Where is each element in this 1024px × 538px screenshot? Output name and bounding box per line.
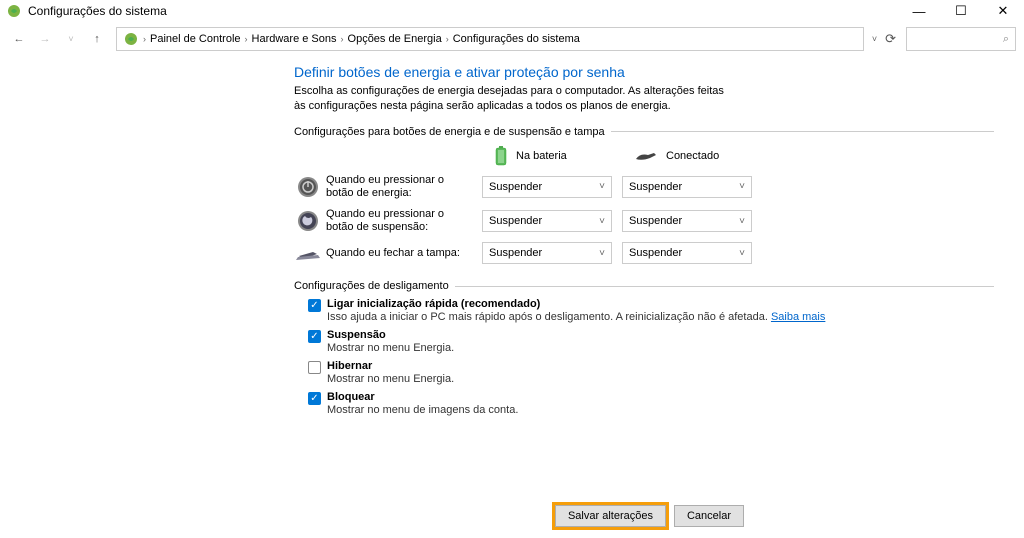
setting-row-lid: Quando eu fechar a tampa: Suspender˅ Sus… xyxy=(294,242,994,264)
main-content: Definir botões de energia e ativar prote… xyxy=(0,60,1024,494)
checkbox-hibernate[interactable] xyxy=(308,361,321,374)
checkbox-row-fast-startup: Ligar inicialização rápida (recomendado)… xyxy=(308,298,994,323)
nav-toolbar: ← → ˅ ↑ › Painel de Controle › Hardware … xyxy=(0,22,1024,56)
plug-icon xyxy=(634,149,658,163)
sleep-button-icon xyxy=(294,210,322,232)
search-icon: ⌕ xyxy=(1003,33,1009,46)
checkbox-row-lock: Bloquear Mostrar no menu de imagens da c… xyxy=(308,391,994,416)
breadcrumb-item[interactable]: Opções de Energia xyxy=(348,33,442,45)
select-power-plugged[interactable]: Suspender˅ xyxy=(622,176,752,198)
chevron-right-icon: › xyxy=(245,34,248,44)
search-input[interactable]: ⌕ xyxy=(906,27,1016,51)
group-title-shutdown: Configurações de desligamento xyxy=(294,280,994,292)
column-header-plugged: Conectado xyxy=(634,146,764,166)
control-panel-icon xyxy=(123,31,139,47)
chevron-right-icon: › xyxy=(143,34,146,44)
page-heading: Definir botões de energia e ativar prote… xyxy=(294,64,994,80)
checkbox-label: Hibernar xyxy=(327,360,454,372)
select-power-battery[interactable]: Suspender˅ xyxy=(482,176,612,198)
page-subtext: Escolha as configurações de energia dese… xyxy=(294,84,734,114)
address-bar[interactable]: › Painel de Controle › Hardware e Sons ›… xyxy=(116,27,864,51)
chevron-down-icon: ˅ xyxy=(599,181,605,192)
chevron-down-icon: ˅ xyxy=(599,248,605,259)
checkbox-row-sleep: Suspensão Mostrar no menu Energia. xyxy=(308,329,994,354)
power-button-icon xyxy=(294,176,322,198)
checkbox-desc: Isso ajuda a iniciar o PC mais rápido ap… xyxy=(327,311,825,323)
checkbox-lock[interactable] xyxy=(308,392,321,405)
column-header-battery: Na bateria xyxy=(494,146,624,166)
title-bar: Configurações do sistema — ☐ ✕ xyxy=(0,0,1024,22)
checkbox-desc: Mostrar no menu Energia. xyxy=(327,342,454,354)
save-button[interactable]: Salvar alterações xyxy=(555,505,666,527)
up-button[interactable]: ↑ xyxy=(86,28,108,50)
footer: Salvar alterações Cancelar xyxy=(0,494,1024,538)
breadcrumb-item[interactable]: Hardware e Sons xyxy=(252,33,337,45)
back-button[interactable]: ← xyxy=(8,28,30,50)
chevron-down-icon: ˅ xyxy=(739,216,745,227)
checkbox-label: Ligar inicialização rápida (recomendado) xyxy=(327,298,825,310)
refresh-icon[interactable]: ⟳ xyxy=(885,31,896,47)
window-title: Configurações do sistema xyxy=(28,4,898,18)
chevron-right-icon: › xyxy=(341,34,344,44)
chevron-down-icon: ˅ xyxy=(739,181,745,192)
select-lid-battery[interactable]: Suspender˅ xyxy=(482,242,612,264)
checkbox-label: Suspensão xyxy=(327,329,454,341)
battery-icon xyxy=(494,146,508,166)
laptop-lid-icon xyxy=(294,244,322,262)
checkbox-desc: Mostrar no menu de imagens da conta. xyxy=(327,404,518,416)
forward-button[interactable]: → xyxy=(34,28,56,50)
setting-row-sleep-button: Quando eu pressionar o botão de suspensã… xyxy=(294,208,994,234)
select-lid-plugged[interactable]: Suspender˅ xyxy=(622,242,752,264)
breadcrumb-item[interactable]: Configurações do sistema xyxy=(453,33,580,45)
chevron-down-icon: ˅ xyxy=(599,216,605,227)
group-title-buttons: Configurações para botões de energia e d… xyxy=(294,126,994,138)
cancel-button[interactable]: Cancelar xyxy=(674,505,744,527)
checkbox-desc: Mostrar no menu Energia. xyxy=(327,373,454,385)
setting-row-power-button: Quando eu pressionar o botão de energia:… xyxy=(294,174,994,200)
checkbox-row-hibernate: Hibernar Mostrar no menu Energia. xyxy=(308,360,994,385)
minimize-button[interactable]: — xyxy=(898,0,940,22)
checkbox-sleep[interactable] xyxy=(308,330,321,343)
checkbox-fast-startup[interactable] xyxy=(308,299,321,312)
breadcrumb-item[interactable]: Painel de Controle xyxy=(150,33,241,45)
chevron-down-icon: ˅ xyxy=(739,248,745,259)
learn-more-link[interactable]: Saiba mais xyxy=(771,311,825,323)
app-icon xyxy=(6,3,22,19)
maximize-button[interactable]: ☐ xyxy=(940,0,982,22)
checkbox-label: Bloquear xyxy=(327,391,518,403)
chevron-right-icon: › xyxy=(446,34,449,44)
select-sleep-battery[interactable]: Suspender˅ xyxy=(482,210,612,232)
recent-button[interactable]: ˅ xyxy=(60,28,82,50)
close-button[interactable]: ✕ xyxy=(982,0,1024,22)
select-sleep-plugged[interactable]: Suspender˅ xyxy=(622,210,752,232)
dropdown-icon[interactable]: ˅ xyxy=(872,34,877,44)
